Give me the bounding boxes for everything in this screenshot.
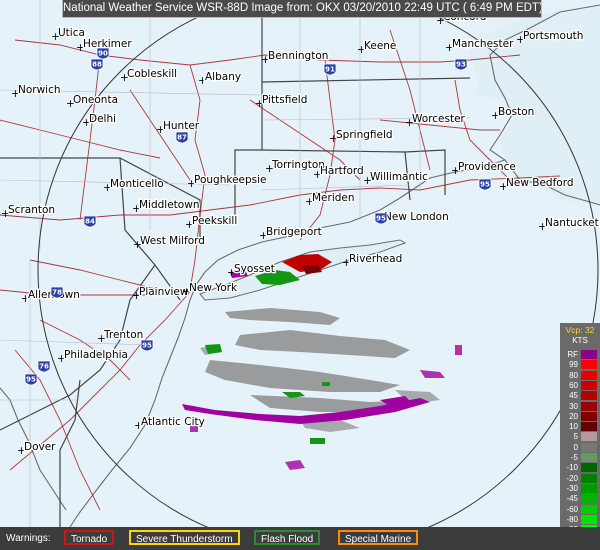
shield-number: 78	[52, 289, 62, 297]
city-label: Willimantic	[370, 171, 428, 183]
route-shield-icon: 76	[37, 360, 51, 373]
legend-color-swatch	[581, 360, 597, 370]
city-label: New Bedford	[506, 177, 574, 189]
legend-color-swatch	[581, 411, 597, 421]
city-label: Worcester	[412, 113, 466, 125]
city-label: Delhi	[89, 113, 116, 125]
shield-number: 90	[98, 50, 108, 58]
city-label: Middletown	[139, 199, 199, 211]
route-shield-icon: 88	[90, 58, 104, 71]
route-shield-icon: 87	[175, 131, 189, 144]
city-label: Springfield	[336, 129, 393, 141]
city-label: West Milford	[140, 235, 205, 247]
city-label: Monticello	[110, 178, 164, 190]
legend-color-swatch	[581, 401, 597, 411]
legend-color-swatch	[581, 483, 597, 493]
shield-number: 76	[39, 363, 49, 371]
shield-number: 95	[142, 342, 152, 350]
city-label: Trenton	[103, 329, 143, 341]
warning-flash-flood: Flash Flood	[254, 530, 321, 545]
route-shield-icon: 90	[96, 47, 110, 60]
legend-color-swatch	[581, 370, 597, 380]
city-label: Bennington	[268, 50, 328, 62]
legend-color-swatch	[581, 453, 597, 462]
city-label: Providence	[458, 161, 516, 173]
shield-number: 88	[92, 61, 102, 69]
shield-number: 87	[177, 134, 187, 142]
city-label: Oneonta	[73, 94, 118, 106]
city-label: Bridgeport	[266, 226, 322, 238]
route-shield-icon: 84	[83, 215, 97, 228]
shield-number: 91	[325, 66, 335, 74]
legend-color-swatch	[581, 514, 597, 524]
legend-color-swatch	[581, 494, 597, 504]
city-label: Boston	[498, 106, 534, 118]
city-label: Scranton	[8, 204, 55, 216]
route-shield-icon: 95	[478, 178, 492, 191]
velocity-legend: Vcp: 32 KTS RF 99 80 60 45 30 20 10 5 0 -5 -10 -20 -3…	[560, 323, 600, 545]
city-label: New York	[189, 282, 238, 294]
city-label: Norwich	[18, 84, 61, 96]
legend-color-swatch	[581, 504, 597, 514]
radar-map: +UticaUtica+HerkimerHerkimer+CobleskillC…	[0, 0, 600, 550]
city-label: Peekskill	[192, 215, 237, 227]
route-shield-icon: 78	[50, 286, 64, 299]
legend-color-swatch	[581, 473, 597, 483]
warning-special-marine: Special Marine	[338, 530, 419, 545]
legend-color-swatch	[581, 350, 597, 359]
legend-color-swatch	[581, 391, 597, 401]
city-label: Keene	[364, 40, 396, 52]
route-shield-icon: 93	[454, 58, 468, 71]
legend-color-swatch	[581, 442, 597, 452]
shield-number: 95	[480, 181, 490, 189]
city-label: Manchester	[452, 38, 514, 50]
legend-color-swatch	[581, 463, 597, 473]
radar-title-bar: National Weather Service WSR-88D Image f…	[62, 0, 542, 18]
city-label: New London	[384, 211, 449, 223]
route-shield-icon: 95	[24, 373, 38, 386]
city-label: Pittsfield	[262, 94, 307, 106]
city-label: Atlantic City	[141, 416, 205, 428]
warning-severe-thunderstorm: Severe Thunderstorm	[129, 530, 240, 545]
shield-number: 84	[85, 218, 95, 226]
city-label: Philadelphia	[64, 349, 128, 361]
city-label: Hartford	[320, 165, 364, 177]
warning-tornado: Tornado	[64, 530, 115, 545]
shield-number: 93	[456, 61, 466, 69]
shield-number: 95	[26, 376, 36, 384]
city-label: Nantucket	[545, 217, 599, 229]
legend-units: KTS	[572, 336, 588, 345]
city-label: Hunter	[163, 120, 200, 132]
city-label: Dover	[24, 441, 56, 453]
city-label: Cobleskill	[127, 68, 177, 80]
city-label: Albany	[205, 71, 241, 83]
city-label: Syosset	[234, 263, 275, 275]
city-label: Riverhead	[349, 253, 402, 265]
route-shield-icon: 95	[140, 339, 154, 352]
warnings-label: Warnings:	[6, 533, 51, 544]
legend-color-swatch	[581, 380, 597, 390]
warnings-bar: Warnings: Tornado Severe Thunderstorm Fl…	[0, 527, 600, 550]
legend-color-swatch	[581, 432, 597, 442]
shield-number: 95	[376, 215, 386, 223]
route-shield-icon: 95	[374, 212, 388, 225]
route-shield-icon: 91	[323, 63, 337, 76]
city-label: Meriden	[312, 192, 355, 204]
city-label: Portsmouth	[523, 30, 583, 42]
legend-color-swatch	[581, 422, 597, 432]
city-label: Poughkeepsie	[194, 174, 267, 186]
city-label: Utica	[58, 27, 85, 39]
legend-title: Vcp: 32	[565, 325, 595, 335]
